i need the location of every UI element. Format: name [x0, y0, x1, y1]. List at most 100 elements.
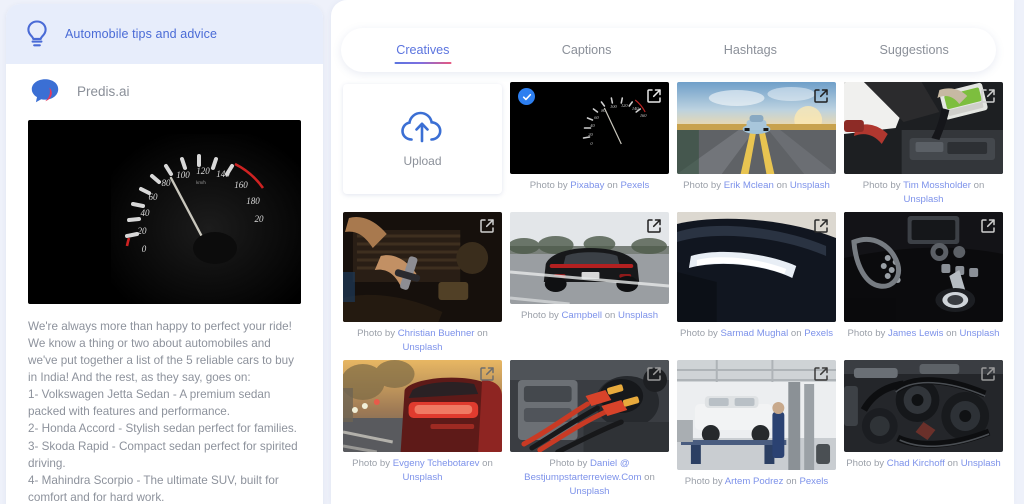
- svg-text:80: 80: [162, 178, 172, 188]
- brand-name: Predis.ai: [77, 83, 130, 99]
- tab-creatives-label: Creatives: [396, 42, 450, 57]
- expand-external-icon[interactable]: [812, 365, 830, 383]
- creative-thumbnail-christian-buehner-mechanic[interactable]: [343, 212, 502, 323]
- predis-logo-icon: [30, 78, 60, 104]
- caption-author-link[interactable]: Tim Mossholder: [903, 180, 971, 191]
- upload-cell: Upload: [343, 82, 502, 206]
- creative-body-text: We're always more than happy to perfect …: [28, 320, 298, 504]
- creative-preview-image: 0 20 40 60 80 100 120 140 160 180 20 km/…: [28, 120, 301, 304]
- expand-external-icon[interactable]: [979, 365, 997, 383]
- creative-caption: Photo by Artem Podrez on Pexels: [677, 475, 836, 489]
- creative-cell: Photo by James Lewis on Unsplash: [844, 212, 1003, 354]
- expand-external-icon[interactable]: [645, 87, 663, 105]
- caption-author-link[interactable]: Sarmad Mughal: [721, 328, 789, 339]
- caption-author-link[interactable]: Evgeny Tchebotarev: [393, 458, 480, 469]
- caption-source-link[interactable]: Unsplash: [961, 458, 1001, 469]
- expand-external-icon[interactable]: [979, 87, 997, 105]
- creative-selected-checkmark[interactable]: [518, 88, 535, 105]
- upload-button[interactable]: Upload: [343, 84, 502, 194]
- caption-author-link[interactable]: Artem Podrez: [725, 476, 784, 487]
- creative-caption: Photo by Chad Kirchoff on Unsplash: [844, 457, 1003, 471]
- svg-text:140: 140: [216, 169, 230, 179]
- tab-hashtags-label: Hashtags: [723, 42, 777, 57]
- creative-cell: Photo by Daniel @ Bestjumpstarterreview.…: [510, 360, 669, 498]
- caption-author-link[interactable]: Christian Buehner: [398, 328, 475, 339]
- creative-caption: Photo by Sarmad Mughal on Pexels: [677, 327, 836, 341]
- caption-mid: on: [970, 180, 985, 191]
- expand-external-icon[interactable]: [812, 217, 830, 235]
- caption-source-link[interactable]: Unsplash: [618, 310, 658, 321]
- caption-source-link[interactable]: Unsplash: [403, 472, 443, 483]
- app-root: Automobile tips and advice Predis.ai 0 2…: [0, 0, 1024, 504]
- right-editor-panel: Creatives Captions Hashtags Suggestions: [331, 0, 1014, 504]
- expand-external-icon[interactable]: [478, 217, 496, 235]
- svg-text:0: 0: [142, 244, 147, 254]
- tab-hashtags[interactable]: Hashtags: [669, 37, 833, 64]
- creative-cell: Photo by Campbell on Unsplash: [510, 212, 669, 354]
- tab-suggestions[interactable]: Suggestions: [832, 37, 996, 64]
- expand-external-icon[interactable]: [979, 217, 997, 235]
- creative-thumbnail-tim-mossholder-oil[interactable]: [844, 82, 1003, 174]
- svg-text:180: 180: [246, 196, 260, 206]
- creative-thumbnail-artem-podrez-garage[interactable]: [677, 360, 836, 471]
- caption-author-link[interactable]: Pixabay: [570, 180, 604, 191]
- creative-thumbnail-evgeny-tchebotarev-taillight[interactable]: [343, 360, 502, 453]
- creatives-grid: Upload 0 20 40 60 80 100 120 140 160 Pho…: [343, 82, 1003, 498]
- creative-thumbnail-chad-kirchoff-engine[interactable]: [844, 360, 1003, 453]
- svg-text:140: 140: [632, 106, 639, 111]
- caption-source-link[interactable]: Unsplash: [403, 342, 443, 353]
- caption-source-link[interactable]: Pexels: [620, 180, 649, 191]
- left-panel-header: Automobile tips and advice: [6, 4, 323, 64]
- creative-caption: Photo by Erik Mclean on Unsplash: [677, 179, 836, 193]
- caption-author-link[interactable]: Campbell: [562, 310, 603, 321]
- creative-thumbnail-pixabay-speedometer[interactable]: 0 20 40 60 80 100 120 140 160: [510, 82, 669, 174]
- caption-mid: on: [479, 458, 493, 470]
- tab-captions[interactable]: Captions: [505, 37, 669, 64]
- caption-source-link[interactable]: Pexels: [804, 328, 833, 339]
- tab-captions-label: Captions: [561, 42, 612, 57]
- creative-thumbnail-daniel-jumpstarter[interactable]: [510, 360, 669, 453]
- creative-caption: Photo by James Lewis on Unsplash: [844, 327, 1003, 341]
- expand-external-icon[interactable]: [478, 365, 496, 383]
- caption-prefix: Photo by: [549, 458, 590, 470]
- creative-thumbnail-sarmad-mughal-headlight[interactable]: [677, 212, 836, 323]
- lightbulb-icon: [24, 19, 50, 49]
- expand-external-icon[interactable]: [645, 365, 663, 383]
- caption-prefix: Photo by: [520, 310, 562, 322]
- caption-prefix: Photo by: [679, 328, 721, 340]
- caption-source-link[interactable]: Pexels: [799, 476, 828, 487]
- creative-cell: Photo by Evgeny Tchebotarev on Unsplash: [343, 360, 502, 498]
- caption-mid: on: [474, 328, 488, 340]
- caption-mid: on: [602, 310, 619, 322]
- caption-source-link[interactable]: Unsplash: [790, 180, 830, 191]
- caption-mid: on: [943, 328, 960, 340]
- caption-source-link[interactable]: Unsplash: [960, 328, 1000, 339]
- svg-text:20: 20: [255, 214, 265, 224]
- tabs-bar: Creatives Captions Hashtags Suggestions: [341, 28, 996, 72]
- creative-thumbnail-erik-mclean-road[interactable]: [677, 82, 836, 174]
- creative-thumbnail-james-lewis-interior[interactable]: [844, 212, 1003, 323]
- tab-creatives[interactable]: Creatives: [341, 37, 505, 64]
- caption-mid: on: [783, 476, 800, 488]
- caption-source-link[interactable]: Unsplash: [570, 486, 610, 497]
- creative-cell: Photo by Artem Podrez on Pexels: [677, 360, 836, 498]
- svg-text:100: 100: [610, 104, 617, 109]
- caption-source-link[interactable]: Unsplash: [904, 194, 944, 205]
- caption-author-link[interactable]: Chad Kirchoff: [887, 458, 945, 469]
- brand-row: Predis.ai: [6, 64, 323, 114]
- svg-text:120: 120: [196, 166, 210, 176]
- caption-author-link[interactable]: James Lewis: [888, 328, 943, 339]
- creative-thumbnail-campbell-sedan[interactable]: [510, 212, 669, 305]
- caption-author-link[interactable]: Erik Mclean: [724, 180, 774, 191]
- caption-mid: on: [788, 328, 805, 340]
- creative-cell: Photo by Christian Buehner on Unsplash: [343, 212, 502, 354]
- left-preview-panel: Automobile tips and advice Predis.ai 0 2…: [6, 4, 323, 504]
- expand-external-icon[interactable]: [645, 217, 663, 235]
- cloud-upload-icon: [400, 110, 446, 144]
- creative-cell: Photo by Erik Mclean on Unsplash: [677, 82, 836, 206]
- caption-mid: on: [604, 180, 621, 191]
- expand-external-icon[interactable]: [812, 87, 830, 105]
- left-panel-title: Automobile tips and advice: [65, 27, 217, 41]
- svg-text:60: 60: [149, 192, 159, 202]
- creative-caption: Photo by Christian Buehner on Unsplash: [343, 327, 502, 354]
